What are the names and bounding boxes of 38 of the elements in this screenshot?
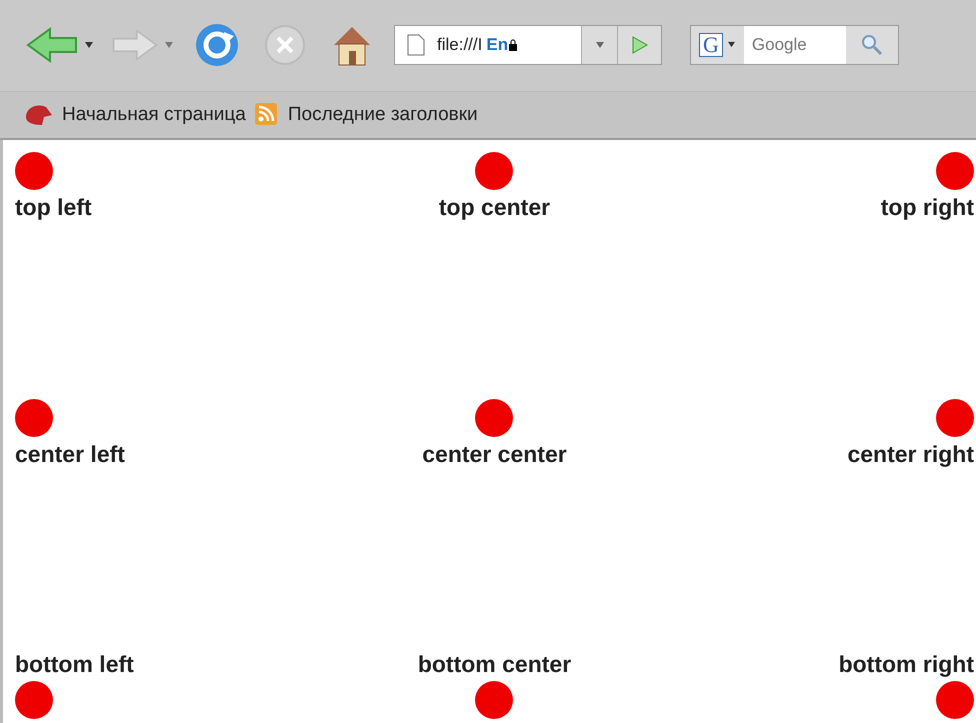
position-label: bottom left: [15, 650, 134, 678]
go-button[interactable]: [617, 26, 661, 64]
position-marker: [15, 681, 53, 719]
search-field[interactable]: Google: [744, 26, 846, 64]
position-label: center center: [422, 440, 567, 470]
play-icon: [632, 36, 648, 54]
bookmark-link[interactable]: Начальная страница: [62, 100, 246, 130]
position-marker: [475, 399, 514, 438]
url-text: file:///I: [437, 34, 482, 56]
position-marker: [936, 681, 974, 719]
position-label: center left: [15, 440, 125, 470]
forward-arrow-icon[interactable]: [110, 26, 160, 62]
position-marker: [475, 681, 514, 719]
reload-icon[interactable]: [194, 22, 240, 68]
search-icon: [860, 32, 884, 56]
feed-icon: [254, 102, 280, 128]
caret-icon: [594, 40, 604, 48]
language-indicator: En: [486, 34, 508, 56]
search-engine-button[interactable]: G: [691, 26, 744, 64]
dropdown-button[interactable]: [581, 26, 617, 64]
lock-icon: [508, 38, 518, 50]
position-label: bottom right: [838, 650, 974, 679]
position-label: top center: [438, 193, 550, 222]
position-marker: [15, 399, 53, 438]
position-marker: [936, 152, 974, 190]
position-label: bottom center: [418, 650, 572, 678]
bookmark-link[interactable]: Последние заголовки: [288, 100, 478, 130]
position-label: top right: [880, 193, 974, 222]
position-marker: [936, 399, 974, 438]
position-marker: [15, 152, 53, 190]
position-label: top left: [15, 193, 92, 222]
caret-icon[interactable]: [84, 40, 94, 48]
page-icon: [407, 34, 425, 56]
address-bar[interactable]: file:///I En: [394, 24, 662, 64]
stop-icon[interactable]: [264, 24, 306, 66]
caret-icon: [726, 41, 736, 48]
position-marker: [475, 152, 514, 190]
position-label: center right: [847, 440, 974, 470]
